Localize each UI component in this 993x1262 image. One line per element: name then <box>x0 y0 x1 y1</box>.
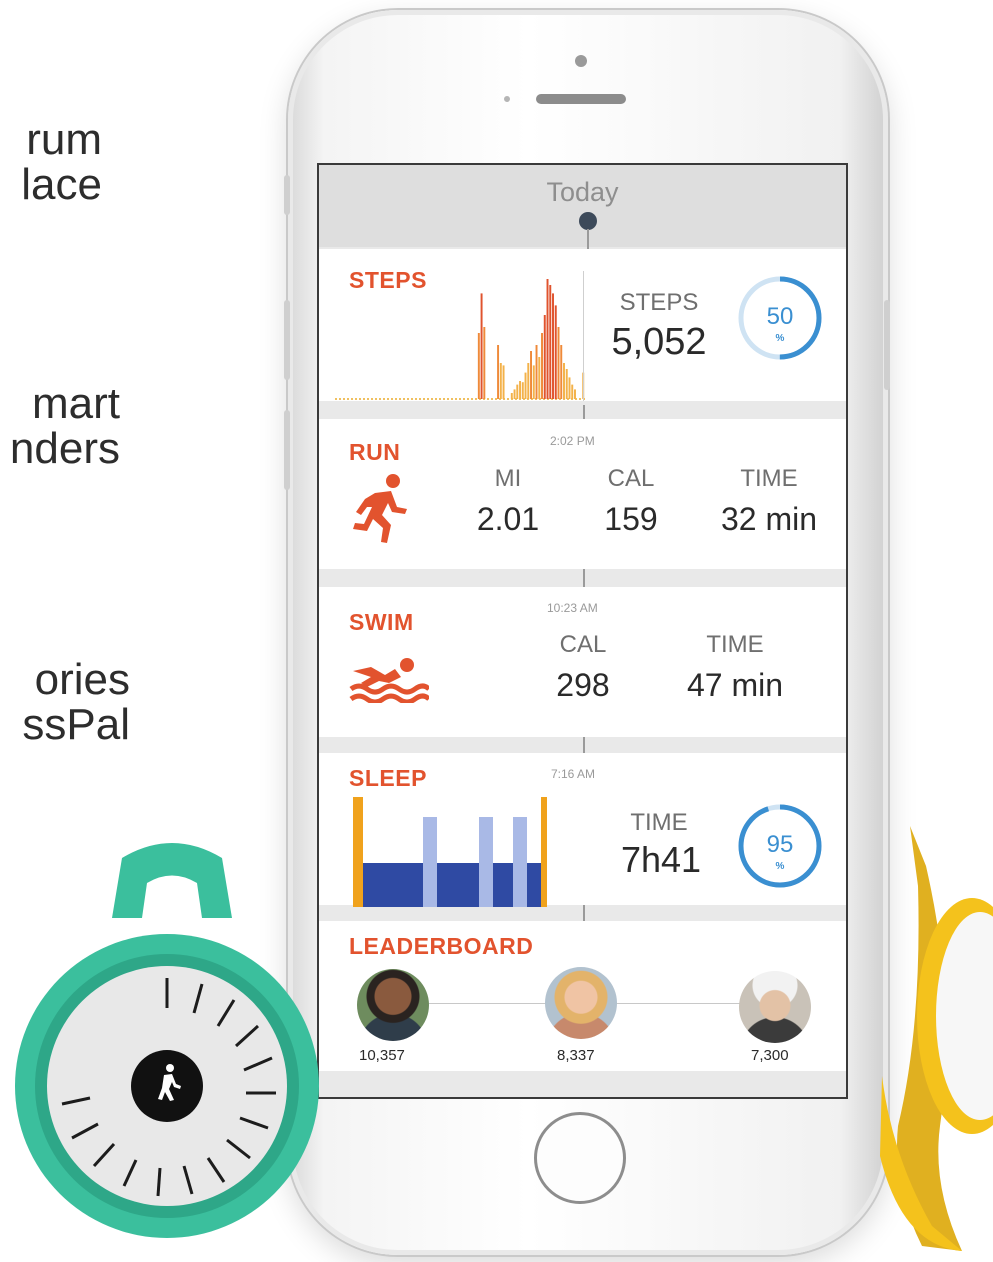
sleep-time: 7:16 AM <box>551 767 596 781</box>
swim-time-value: 47 min <box>686 667 784 703</box>
sleep-card[interactable]: SLEEP 7:16 AM TIME 7h41 95 % <box>319 753 846 907</box>
steps-goal-percent: % <box>775 333 785 344</box>
feature-text-1-line-2: lace <box>21 160 102 209</box>
phone-volume-up <box>284 300 290 380</box>
timeline-line <box>587 229 589 249</box>
steps-divider <box>583 271 584 401</box>
timeline-header: Today <box>319 165 846 249</box>
steps-chart-bar <box>480 293 483 399</box>
leaderboard-score: 8,337 <box>557 1047 595 1064</box>
run-mi-value: 2.01 <box>476 501 540 537</box>
steps-chart-bar <box>568 377 571 399</box>
timeline-tick <box>583 405 585 419</box>
timeline-tick <box>583 905 585 921</box>
feature-text-3: ories ssPal <box>0 657 130 747</box>
sleep-title: SLEEP <box>349 765 427 791</box>
feature-text-2: mart nders <box>0 381 120 471</box>
steps-label: STEPS <box>619 289 699 316</box>
steps-chart-bar <box>541 333 543 399</box>
steps-chart-bar <box>502 365 505 399</box>
speaker-icon <box>536 94 626 104</box>
steps-chart-bar <box>538 357 541 399</box>
steps-chart-bar <box>477 333 480 399</box>
run-time-value: 32 min <box>720 501 818 537</box>
home-button[interactable] <box>534 1112 626 1204</box>
swim-title: SWIM <box>349 609 414 635</box>
steps-chart-bar <box>565 369 568 399</box>
steps-chart-bar <box>549 285 552 399</box>
steps-value: 5,052 <box>611 321 707 363</box>
run-card[interactable]: RUN 2:02 PM MI 2.01 CAL 159 TIME 32 min <box>319 419 846 569</box>
swim-time-label: TIME <box>706 631 764 658</box>
steps-chart-bar <box>519 381 522 399</box>
feature-text-1-line-1: rum <box>26 115 102 164</box>
sleep-goal-value: 95 <box>766 831 794 858</box>
steps-chart-bar <box>560 345 563 399</box>
leaderboard-title: LEADERBOARD <box>349 933 534 959</box>
run-mi-label: MI <box>494 465 522 492</box>
avatar[interactable] <box>739 971 811 1043</box>
leaderboard-card[interactable]: LEADERBOARD 10,357 8,337 7,300 <box>319 921 846 1071</box>
camera-icon <box>575 55 587 67</box>
steps-chart <box>335 279 585 400</box>
feature-text-3-line-1: ories <box>34 655 130 704</box>
phone-power-button <box>884 300 890 390</box>
avatar[interactable] <box>357 969 429 1041</box>
swim-icon <box>349 658 429 703</box>
steps-chart-bar <box>552 293 554 399</box>
steps-chart-bar <box>546 279 549 399</box>
steps-chart-bar <box>557 327 560 399</box>
timeline-tick <box>583 569 585 587</box>
steps-chart-bar <box>524 372 527 399</box>
steps-chart-bar <box>499 363 502 399</box>
phone-side-button <box>284 175 290 215</box>
feature-text-1: rum lace <box>0 117 102 207</box>
leaderboard-score: 7,300 <box>751 1047 789 1064</box>
timeline-dot-icon <box>579 212 597 230</box>
steps-chart-bar <box>521 382 524 399</box>
today-label[interactable]: Today <box>319 177 846 208</box>
steps-chart-bar <box>516 384 519 399</box>
run-cal-label: CAL <box>607 465 655 492</box>
swim-cal-label: CAL <box>559 631 607 658</box>
run-time: 2:02 PM <box>550 434 595 448</box>
phone-volume-down <box>284 410 290 490</box>
steps-chart-bar <box>532 365 535 399</box>
steps-chart-bar <box>574 389 576 399</box>
yellow-clip-image <box>880 826 993 1251</box>
steps-chart-bar <box>483 327 486 399</box>
sleep-time-label: TIME <box>630 809 688 836</box>
steps-chart-bar <box>530 351 532 399</box>
steps-goal-value: 50 <box>766 303 794 330</box>
steps-chart-bar <box>513 389 516 399</box>
swim-card[interactable]: SWIM 10:23 AM CAL 298 TIME 47 min <box>319 587 846 737</box>
steps-chart-bar <box>563 363 565 399</box>
app-screen: Today STEPS STEPS 5,052 50 % RUN 2:02 PM… <box>317 163 848 1099</box>
steps-chart-bar <box>543 315 546 399</box>
sleep-goal-percent: % <box>775 861 785 872</box>
swim-cal-value: 298 <box>556 667 610 703</box>
sleep-chart <box>353 797 547 907</box>
run-time-label: TIME <box>740 465 798 492</box>
steps-chart-bar <box>527 363 530 399</box>
leaderboard-score: 10,357 <box>359 1047 405 1064</box>
timeline-tick <box>583 737 585 753</box>
steps-chart-bar <box>535 345 538 399</box>
run-title: RUN <box>349 439 401 465</box>
sensor-icon <box>504 96 510 102</box>
feature-text-2-line-1: mart <box>32 379 120 428</box>
steps-chart-bar <box>571 384 574 399</box>
sleep-time-value: 7h41 <box>620 839 702 880</box>
steps-card[interactable]: STEPS STEPS 5,052 50 % <box>319 249 846 401</box>
steps-chart-bar <box>510 393 513 399</box>
run-icon <box>353 474 407 543</box>
steps-chart-bar <box>497 345 500 399</box>
avatar[interactable] <box>545 967 617 1039</box>
run-cal-value: 159 <box>604 501 658 537</box>
green-tracker-image <box>15 843 319 1238</box>
steps-chart-bar <box>554 305 557 399</box>
feature-text-2-line-2: nders <box>9 424 120 473</box>
swim-time: 10:23 AM <box>547 601 598 615</box>
feature-text-3-line-2: ssPal <box>22 700 130 749</box>
